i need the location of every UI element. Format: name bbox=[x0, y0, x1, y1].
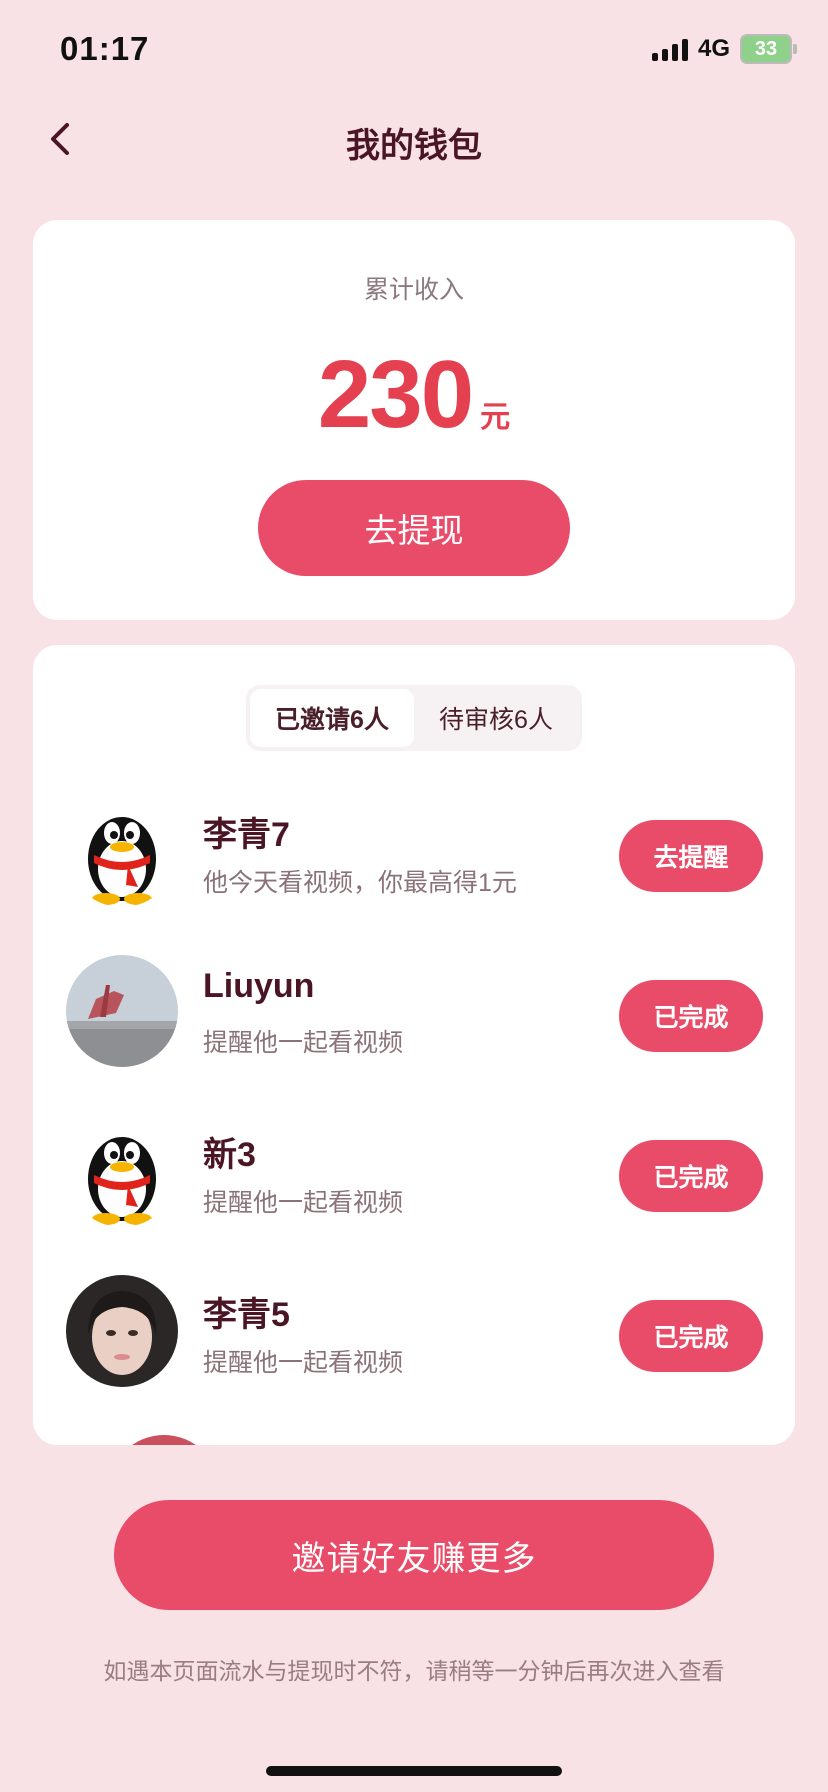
income-unit: 元 bbox=[480, 401, 511, 434]
network-type: 4G bbox=[697, 35, 730, 62]
battery-icon: 33 bbox=[740, 34, 797, 64]
nav-bar: 我的钱包 bbox=[0, 100, 828, 180]
invitee-desc: 提醒他一起看视频 bbox=[203, 1189, 404, 1217]
status-indicators: 4G 33 bbox=[651, 34, 797, 64]
invite-card: 已邀请6人 待审核6人 李青7 他今天看视频，你最高得1元 去提醒 Liuyun… bbox=[33, 645, 795, 1445]
qq-penguin-icon bbox=[66, 1115, 178, 1227]
page-title: 我的钱包 bbox=[346, 127, 482, 165]
list-item: Liuyun 提醒他一起看视频 已完成 bbox=[33, 925, 795, 1085]
tab-pending-review[interactable]: 待审核6人 bbox=[414, 689, 578, 747]
invitee-name: 新3 bbox=[203, 1136, 256, 1174]
photo-avatar bbox=[66, 955, 178, 1067]
invitee-desc: 他今天看视频，你最高得1元 bbox=[203, 869, 517, 897]
signal-icon bbox=[651, 37, 688, 61]
home-indicator[interactable] bbox=[266, 1766, 562, 1776]
invitee-name: 李青5 bbox=[203, 1296, 290, 1334]
invitee-name: Liuyun bbox=[203, 967, 315, 1005]
status-time: 01:17 bbox=[60, 30, 150, 67]
battery-level: 33 bbox=[754, 37, 778, 60]
invitee-name: 李青7 bbox=[203, 816, 290, 854]
invitee-desc: 提醒他一起看视频 bbox=[203, 1349, 404, 1377]
withdraw-button[interactable]: 去提现 bbox=[258, 480, 570, 576]
income-label: 累计收入 bbox=[363, 276, 464, 304]
qq-penguin-icon bbox=[66, 795, 178, 907]
completed-button[interactable]: 已完成 bbox=[619, 980, 763, 1052]
income-amount: 230 元 bbox=[33, 340, 795, 450]
footer-note: 如遇本页面流水与提现时不符，请稍等一分钟后再次进入查看 bbox=[103, 1658, 725, 1684]
list-item: 李青5 提醒他一起看视频 已完成 bbox=[33, 1245, 795, 1405]
completed-button[interactable]: 已完成 bbox=[619, 1300, 763, 1372]
invite-tabs: 已邀请6人 待审核6人 bbox=[246, 685, 582, 751]
avatar bbox=[108, 1435, 220, 1445]
invite-list: 李青7 他今天看视频，你最高得1元 去提醒 Liuyun 提醒他一起看视频 已完… bbox=[33, 765, 795, 1405]
income-value: 230 bbox=[317, 341, 474, 448]
photo-avatar bbox=[66, 1275, 178, 1387]
list-item: 新3 提醒他一起看视频 已完成 bbox=[33, 1085, 795, 1245]
remind-button[interactable]: 去提醒 bbox=[619, 820, 763, 892]
tab-invited[interactable]: 已邀请6人 bbox=[250, 689, 414, 747]
income-card: 累计收入 230 元 去提现 bbox=[33, 220, 795, 620]
invite-friends-button[interactable]: 邀请好友赚更多 bbox=[114, 1500, 714, 1610]
list-item: 李青7 他今天看视频，你最高得1元 去提醒 bbox=[33, 765, 795, 925]
completed-button[interactable]: 已完成 bbox=[619, 1140, 763, 1212]
status-bar: 01:17 4G 33 bbox=[0, 0, 828, 100]
invitee-desc: 提醒他一起看视频 bbox=[203, 1029, 404, 1057]
